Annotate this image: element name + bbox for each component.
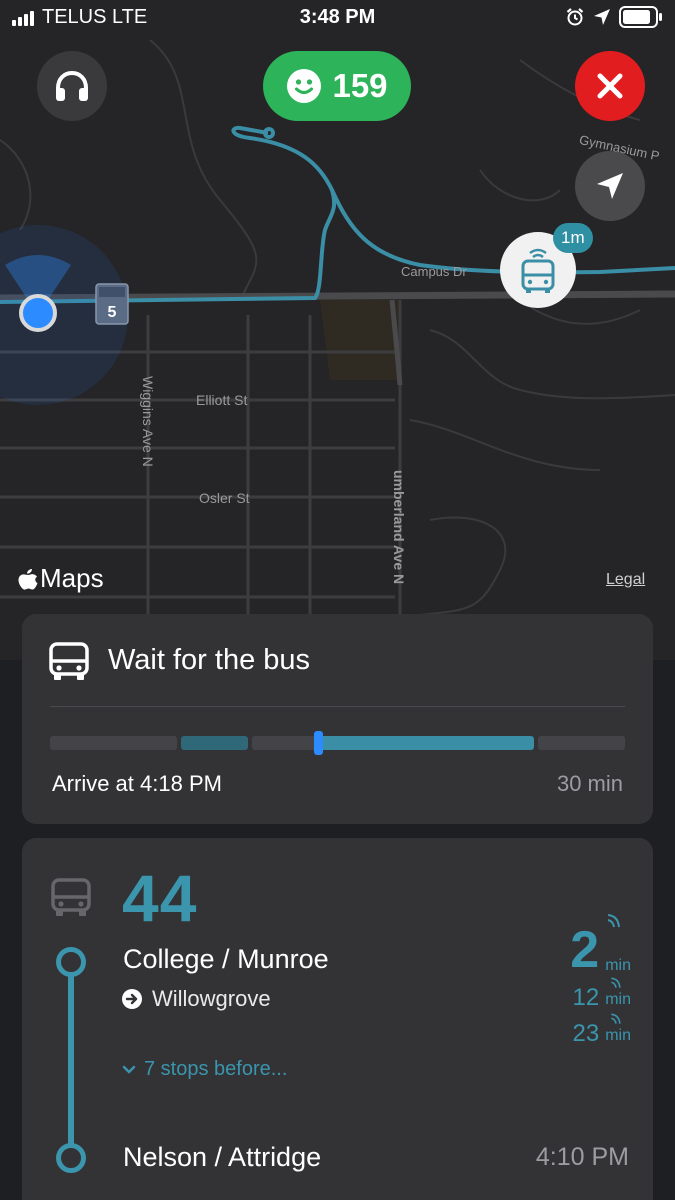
- apple-logo-icon: [18, 568, 38, 590]
- close-icon: [597, 73, 623, 99]
- route-line: [68, 964, 74, 1164]
- alarm-icon: [566, 8, 584, 26]
- boarding-stop-name: College / Munroe: [123, 944, 329, 974]
- stop-marker-destination: [56, 1143, 86, 1173]
- departure-value: 12: [572, 984, 600, 1011]
- departure-unit: min: [605, 1027, 631, 1044]
- timeline-segment-walk: [50, 736, 177, 750]
- realtime-signal-icon: [607, 914, 620, 928]
- divider: [50, 706, 625, 707]
- smiley-icon: [287, 69, 322, 103]
- alighting-stop-time: 4:10 PM: [535, 1143, 629, 1171]
- apple-maps-logo: Maps: [18, 563, 104, 594]
- wait-for-bus-card[interactable]: Wait for the bus Arrive at 4:18 PM 30 mi…: [22, 614, 653, 824]
- recenter-location-button[interactable]: [575, 151, 645, 221]
- bus-icon: [49, 642, 89, 680]
- route-number: 44: [122, 861, 198, 935]
- street-label-campus: Campus Dr: [401, 264, 467, 279]
- street-label-elliott: Elliott St: [196, 392, 248, 408]
- stop-marker-origin: [56, 947, 86, 977]
- wait-card-title: Wait for the bus: [108, 644, 311, 676]
- trip-progress-timeline: [50, 731, 625, 755]
- next-departure: 2 min: [570, 914, 631, 979]
- legal-link[interactable]: Legal: [606, 571, 645, 589]
- street-label-cumberland: umberland Ave N: [391, 470, 407, 585]
- bus-icon: [51, 878, 91, 916]
- map-area-shade: [320, 300, 400, 380]
- arrow-right-circle-icon: [122, 989, 142, 1009]
- departure-value: 23: [572, 1020, 600, 1047]
- stops-count-label: 7 stops before...: [144, 1058, 288, 1080]
- street-label-osler: Osler St: [199, 490, 250, 506]
- realtime-signal-icon: [611, 977, 621, 988]
- current-time-marker: [314, 731, 323, 755]
- location-services-icon: [594, 9, 610, 25]
- highway-shield-label: 5: [108, 304, 117, 321]
- timeline-segment-end: [538, 736, 625, 750]
- alighting-stop-name: Nelson / Attridge: [123, 1142, 322, 1172]
- departure-unit: min: [605, 991, 631, 1008]
- headphones-icon: [56, 70, 88, 101]
- departure-unit: min: [605, 957, 631, 974]
- realtime-bus-icon: [521, 248, 555, 293]
- timeline-segment-gap: [252, 736, 320, 750]
- navigation-arrow-icon: [597, 173, 623, 199]
- arrival-time-label: Arrive at 4:18 PM: [52, 771, 222, 796]
- audio-guidance-button[interactable]: [37, 51, 107, 121]
- status-icons: [565, 6, 663, 28]
- chevron-down-icon: [122, 1065, 136, 1074]
- bus-eta-badge: 1m: [553, 223, 593, 253]
- maps-logo-text: Maps: [40, 563, 104, 593]
- route-details-card[interactable]: 44 College / Munroe Willowgrove 7 stops …: [22, 838, 653, 1200]
- timeline-segment-wait: [181, 736, 248, 750]
- end-trip-button[interactable]: [575, 51, 645, 121]
- realtime-signal-icon: [611, 1013, 621, 1024]
- community-score-pill[interactable]: 159: [263, 51, 411, 121]
- trip-duration: 30 min: [556, 771, 623, 796]
- user-location-dot: [19, 294, 57, 332]
- timeline-segment-ride: [320, 736, 534, 750]
- status-bar: TELUS LTE 3:48 PM: [0, 0, 675, 36]
- expand-stops-toggle[interactable]: 7 stops before...: [122, 1058, 287, 1081]
- street-label-wiggins: Wiggins Ave N: [140, 376, 156, 467]
- departure-third: 23 min: [572, 1013, 631, 1047]
- route-destination: Willowgrove: [152, 986, 271, 1011]
- route-direction: Willowgrove: [122, 986, 271, 1012]
- battery-icon: [619, 6, 662, 28]
- highway-shield: 5: [95, 283, 129, 325]
- departure-value: 2: [570, 921, 600, 979]
- community-score-value: 159: [332, 67, 388, 104]
- departure-second: 12 min: [572, 977, 631, 1011]
